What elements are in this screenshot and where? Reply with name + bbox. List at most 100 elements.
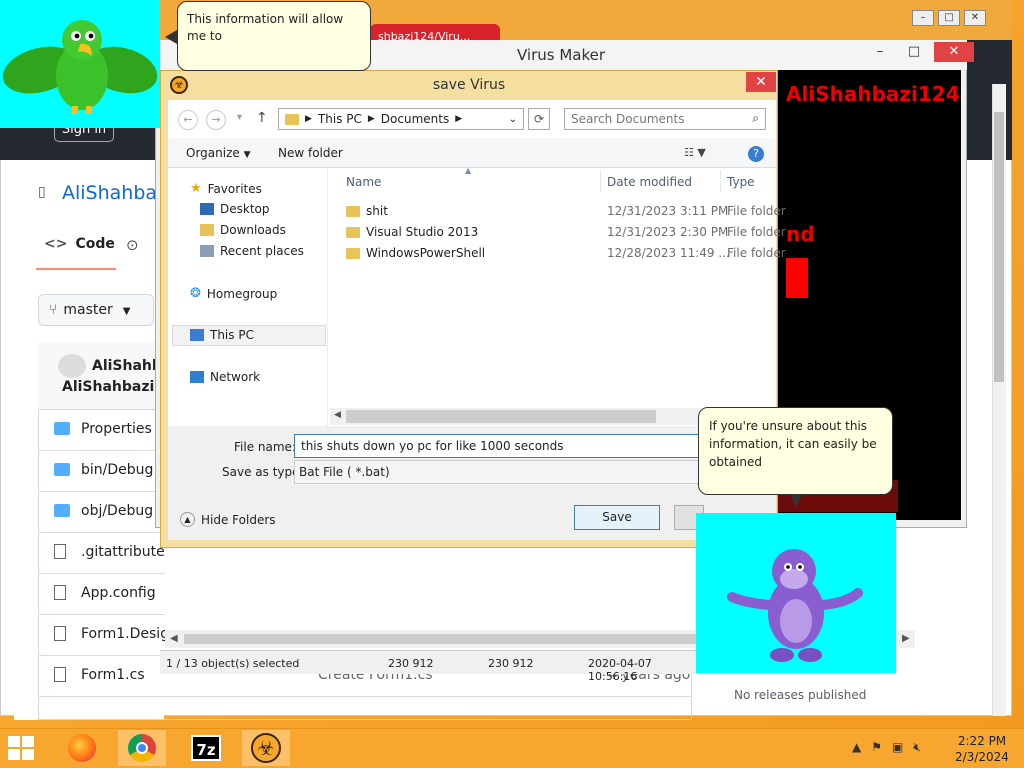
new-folder-button[interactable]: New folder — [278, 146, 343, 160]
taskbar-chrome[interactable] — [118, 730, 166, 766]
help-icon[interactable]: ? — [748, 146, 764, 162]
sevenzip-icon: 7z — [191, 735, 221, 761]
nav-item-downloads[interactable]: Downloads — [200, 223, 286, 237]
item-date: 12/31/2023 2:30 PM — [607, 225, 729, 239]
red-button[interactable] — [786, 258, 808, 298]
address-bar[interactable]: ▶ This PC ▶ Documents ▶ ⌄ — [278, 108, 524, 130]
refresh-button[interactable]: ⟳ — [528, 108, 550, 130]
maximize-button[interactable]: □ — [938, 10, 960, 26]
nav-item-desktop[interactable]: Desktop — [200, 202, 270, 216]
taskbar-virus-maker[interactable]: ☣ — [242, 730, 290, 766]
file-icon — [54, 585, 66, 600]
chevron-up-icon: ▲ — [180, 512, 195, 527]
file-name[interactable]: App.config — [81, 585, 156, 601]
branch-selector[interactable]: ⑂ master ▼ — [38, 294, 154, 326]
scroll-left-icon[interactable]: ◀ — [334, 410, 341, 420]
minimize-button[interactable]: – — [866, 42, 894, 62]
branch-name: master — [63, 302, 113, 318]
item-name: Visual Studio 2013 — [366, 225, 479, 239]
file-icon — [54, 544, 66, 559]
nav-item-this-pc[interactable]: This PC — [190, 328, 254, 342]
folder-icon — [54, 463, 70, 476]
recent-locations-icon[interactable]: ▾ — [237, 112, 242, 123]
scrollbar-thumb[interactable] — [994, 112, 1004, 382]
view-options-icon[interactable]: ☷ ▼ — [684, 146, 706, 159]
folder-icon — [285, 113, 299, 125]
taskbar-clock[interactable]: 2:22 PM 2/3/2024 — [952, 733, 1012, 765]
repo-icon: ▯ — [38, 184, 46, 200]
flag-icon[interactable]: ⚑ — [871, 740, 882, 755]
nav-item-homegroup[interactable]: ❂ Homegroup — [190, 286, 277, 301]
nav-label: Downloads — [220, 223, 286, 237]
file-name[interactable]: .gitattributes — [81, 544, 172, 560]
column-header-type[interactable]: Type — [727, 175, 755, 189]
bonzi-assistant[interactable] — [696, 513, 896, 673]
chevron-down-icon[interactable]: ⌄ — [509, 114, 517, 125]
close-button[interactable]: ✕ — [934, 42, 974, 62]
scrollbar-thumb[interactable] — [346, 410, 656, 423]
column-header-name[interactable]: Name — [346, 175, 381, 189]
breadcrumb-item[interactable]: Documents — [381, 112, 449, 126]
date-value: 2020-04-07 10:56:16 — [588, 657, 652, 683]
back-icon[interactable]: ← — [178, 110, 198, 130]
list-item[interactable]: WindowsPowerShell — [346, 246, 485, 260]
chevron-up-icon[interactable]: ▲ — [852, 740, 861, 755]
minimize-button[interactable]: – — [912, 10, 934, 26]
maximize-button[interactable]: □ — [900, 42, 928, 62]
file-name[interactable]: bin/Debug — [81, 462, 153, 478]
organize-menu[interactable]: Organize ▼ — [186, 146, 251, 160]
forward-icon[interactable]: → — [206, 110, 226, 130]
computer-icon — [190, 329, 204, 341]
downloads-icon — [200, 224, 214, 236]
item-type: File folder — [727, 204, 786, 218]
nav-label: Favorites — [207, 181, 262, 196]
save-button[interactable]: Save — [574, 505, 660, 530]
close-button[interactable]: ✕ — [746, 72, 776, 92]
gorilla-icon — [727, 549, 863, 662]
chevron-down-icon: ▼ — [122, 306, 131, 317]
tab-code[interactable]: <> Code — [44, 236, 115, 252]
file-name-input[interactable]: this shuts down yo pc for like 1000 seco… — [294, 434, 700, 458]
file-name[interactable]: Form1.cs — [81, 667, 145, 683]
search-placeholder: Search Documents — [571, 112, 685, 126]
star-icon: ★ — [190, 181, 202, 196]
item-date: 12/31/2023 3:11 PM — [607, 204, 729, 218]
desktop-icon — [200, 203, 214, 215]
scroll-right-icon[interactable]: ▶ — [902, 633, 910, 644]
start-button[interactable] — [8, 736, 36, 760]
nav-label: Desktop — [220, 202, 270, 216]
scrollbar-thumb[interactable] — [184, 634, 698, 644]
avatar — [58, 354, 86, 378]
network-icon[interactable]: ▣ — [892, 740, 903, 755]
chrome-icon — [128, 734, 156, 762]
nav-item-network[interactable]: Network — [190, 370, 260, 384]
column-header-date[interactable]: Date modified — [607, 175, 692, 189]
save-type-select[interactable]: Bat File ( *.bat) — [294, 460, 700, 484]
taskbar-7zip[interactable]: 7z — [182, 730, 230, 766]
firefox-icon — [68, 734, 96, 762]
list-item[interactable]: shit — [346, 204, 388, 218]
file-name[interactable]: obj/Debug — [81, 503, 153, 519]
volume-muted-icon[interactable]: 🔇︎ — [913, 740, 921, 755]
folder-icon — [54, 504, 70, 517]
issues-icon[interactable]: ⊙ — [126, 236, 139, 254]
search-input[interactable]: Search Documents ⌕ — [564, 108, 766, 130]
scroll-left-icon[interactable]: ◀ — [170, 633, 178, 644]
parrot-assistant[interactable] — [0, 0, 160, 128]
taskbar-firefox[interactable] — [58, 730, 106, 766]
panel-label: nd — [786, 222, 815, 246]
nav-item-favorites[interactable]: ★ Favorites — [190, 181, 262, 196]
file-name[interactable]: Form1.Desig — [81, 626, 169, 642]
sort-indicator-icon: ▲ — [465, 166, 472, 175]
file-name[interactable]: Properties — [81, 421, 152, 437]
breadcrumb-item[interactable]: This PC — [318, 112, 362, 126]
column-separator[interactable] — [720, 170, 721, 192]
column-separator[interactable] — [600, 170, 601, 192]
windows-logo-pane — [8, 736, 20, 747]
close-button[interactable]: ✕ — [964, 10, 986, 26]
up-icon[interactable]: ↑ — [256, 110, 268, 126]
nav-item-recent-places[interactable]: Recent places — [200, 244, 304, 258]
search-icon: ⌕ — [752, 111, 759, 125]
list-item[interactable]: Visual Studio 2013 — [346, 225, 478, 239]
hide-folders-toggle[interactable]: ▲ Hide Folders — [180, 512, 276, 527]
